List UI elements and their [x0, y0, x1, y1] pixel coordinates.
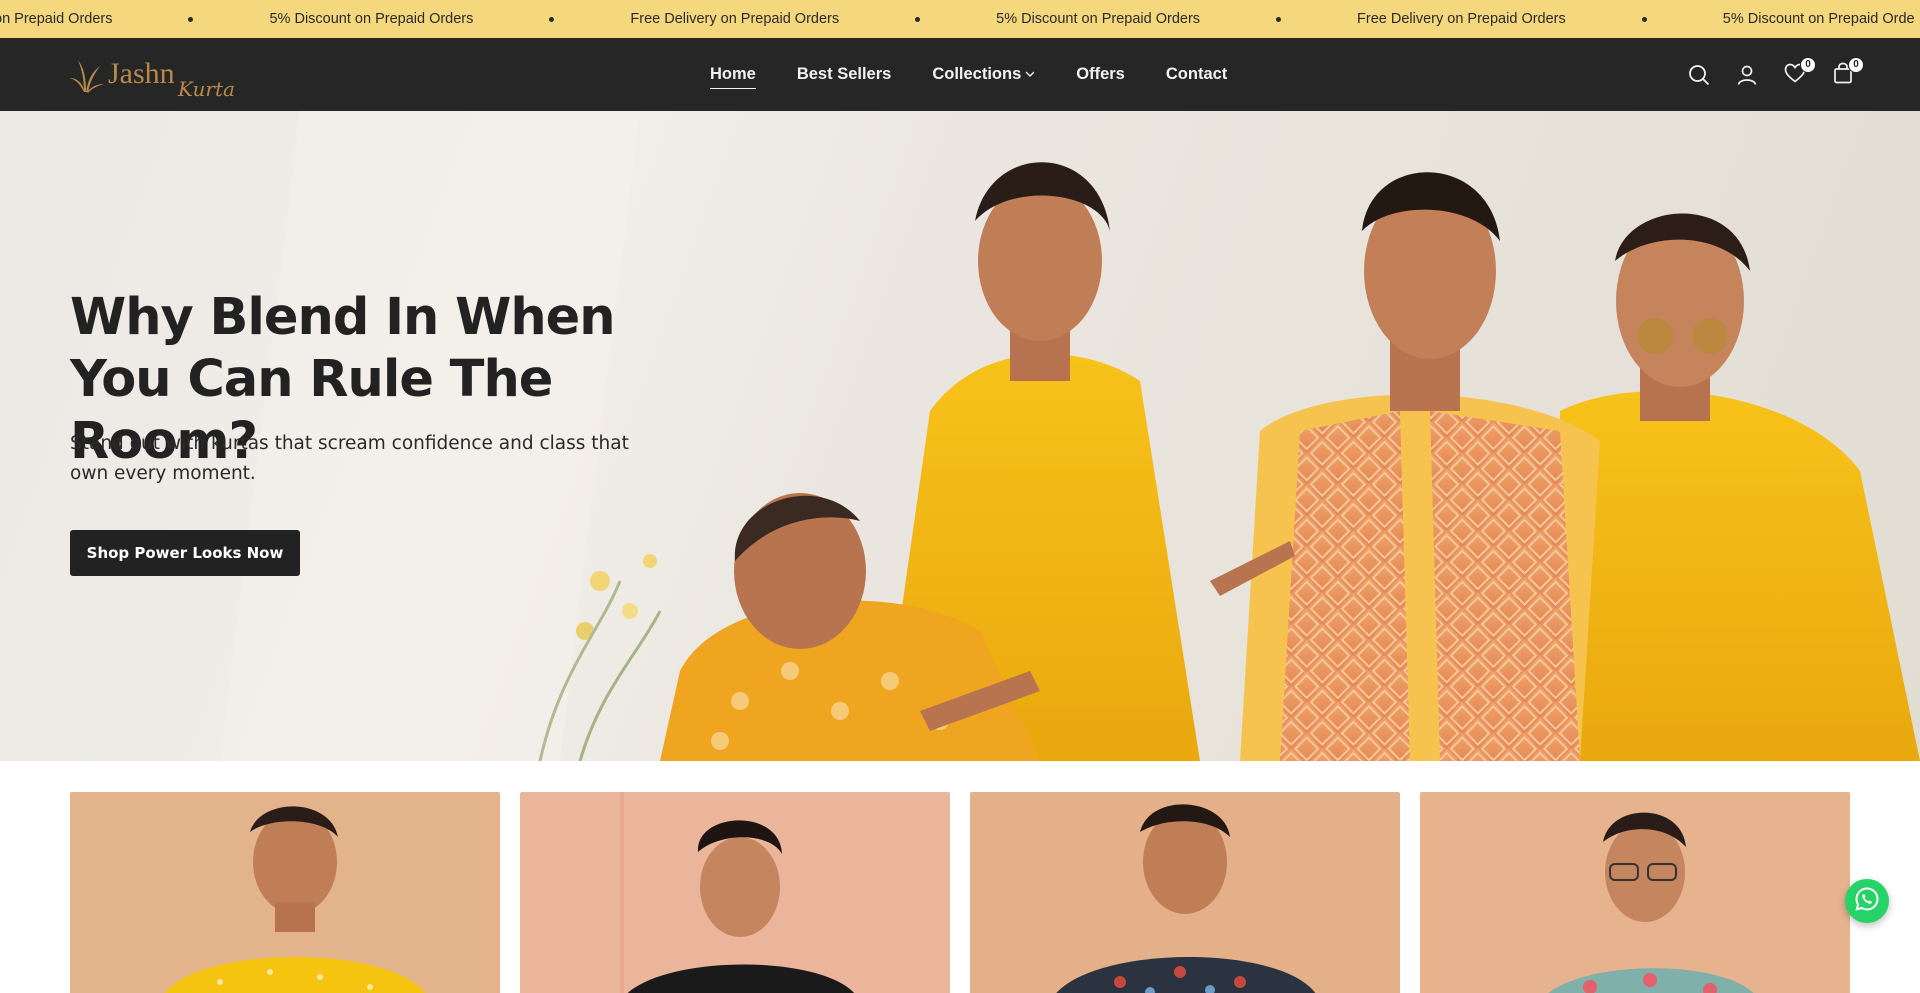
nav-contact[interactable]: Contact — [1166, 65, 1227, 84]
product-card[interactable] — [520, 792, 950, 993]
wishlist-button[interactable]: 0 — [1782, 56, 1816, 88]
cart-button[interactable]: 0 — [1830, 56, 1864, 88]
announcement-bar: on Prepaid Orders 5% Discount on Prepaid… — [0, 0, 1920, 38]
search-icon[interactable] — [1686, 62, 1712, 88]
announcement-text: Free Delivery on Prepaid Orders — [1357, 11, 1566, 27]
hero-subtitle: Stand out with kurtas that scream confid… — [70, 433, 629, 484]
shop-power-looks-button[interactable]: Shop Power Looks Now — [70, 530, 300, 576]
nav-home[interactable]: Home — [710, 65, 756, 89]
product-image — [70, 792, 500, 993]
product-image — [1420, 792, 1850, 993]
logo-text-main: Jashn — [108, 57, 175, 90]
nav-best-sellers[interactable]: Best Sellers — [797, 65, 891, 84]
announcement-text: 5% Discount on Prepaid Orde — [1722, 11, 1915, 27]
nav-offers[interactable]: Offers — [1076, 65, 1125, 84]
nav-contact-label: Contact — [1165, 65, 1228, 83]
announcement-separator — [188, 16, 194, 22]
user-icon[interactable] — [1734, 62, 1760, 88]
wishlist-count-badge: 0 — [1800, 56, 1816, 73]
announcement-text: 5% Discount on Prepaid Orders — [269, 11, 474, 27]
brand-logo[interactable]: Jashn Kurta — [70, 52, 250, 101]
header-icons: 0 0 — [1664, 38, 1864, 111]
product-grid — [70, 792, 1850, 993]
announcement-separator — [549, 16, 555, 22]
nav-home-label: Home — [710, 65, 756, 83]
product-card[interactable] — [70, 792, 500, 993]
nav-offers-label: Offers — [1076, 65, 1125, 83]
chevron-down-icon — [1025, 71, 1035, 78]
main-nav: Home Best Sellers Collections Offers Con… — [710, 38, 1268, 111]
product-card[interactable] — [970, 792, 1400, 993]
announcement-separator — [915, 16, 921, 22]
announcement-text: 5% Discount on Prepaid Orders — [996, 11, 1201, 27]
nav-collections[interactable]: Collections — [932, 65, 1035, 84]
product-image — [970, 792, 1400, 993]
whatsapp-icon — [1854, 886, 1880, 916]
hero-banner: Why Blend In When You Can Rule The Room?… — [0, 111, 1920, 761]
logo-mark: Jashn Kurta — [70, 57, 235, 101]
announcement-separator — [1276, 16, 1282, 22]
logo-text-script: Kurta — [177, 77, 235, 100]
whatsapp-button[interactable] — [1845, 879, 1889, 923]
product-image — [520, 792, 950, 993]
nav-collections-label: Collections — [932, 65, 1022, 83]
announcement-track: on Prepaid Orders 5% Discount on Prepaid… — [0, 0, 1915, 38]
announcement-separator — [1641, 16, 1647, 22]
cart-count-badge: 0 — [1848, 56, 1864, 73]
nav-best-sellers-label: Best Sellers — [796, 65, 892, 83]
site-header: Jashn Kurta Home Best Sellers Collection… — [0, 38, 1920, 111]
product-card[interactable] — [1420, 792, 1850, 993]
announcement-text: Free Delivery on Prepaid Orders — [630, 11, 840, 27]
announcement-text: on Prepaid Orders — [0, 11, 113, 27]
